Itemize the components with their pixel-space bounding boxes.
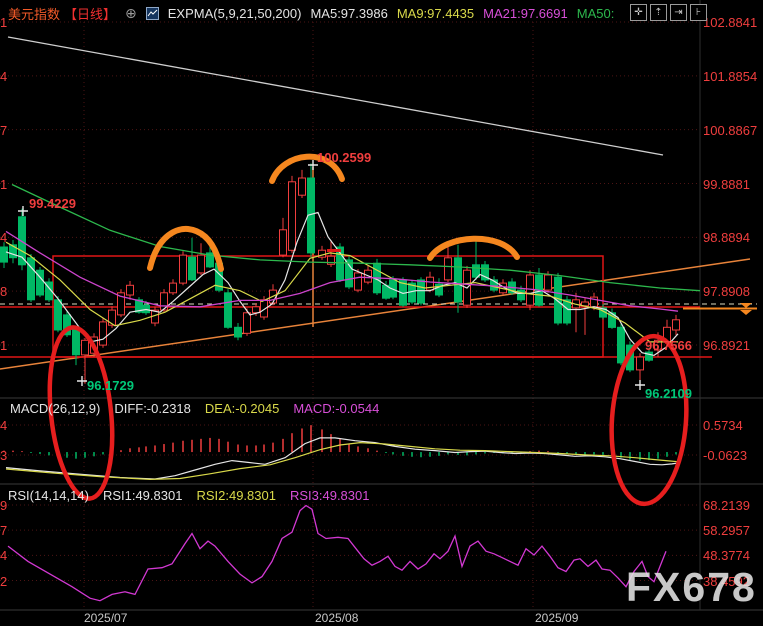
left-axis-digit: 4 [0, 548, 7, 563]
macd-header-row: MACD(26,12,9) DIFF:-0.2318 DEA:-0.2045 M… [10, 401, 379, 416]
move-pad-icon[interactable]: ✛ [630, 4, 647, 21]
candle [280, 218, 287, 257]
candle [10, 240, 17, 263]
price-axis-label: 100.8867 [703, 123, 757, 138]
candlestick-chart-icon[interactable] [146, 7, 159, 20]
candle [170, 279, 177, 295]
candle [491, 276, 498, 292]
rsi-header-row: RSI(14,14,14) RSI1:49.8301 RSI2:49.8301 … [8, 488, 369, 503]
date-label: 2025/09 [535, 611, 578, 625]
rsi-axis-label: 58.2957 [703, 523, 750, 538]
macd-dea-value: DEA:-0.2045 [205, 401, 279, 416]
macd-diff-value: DIFF:-0.2318 [114, 401, 191, 416]
watermark: FX678 [626, 564, 757, 611]
swing-low-label-left: 96.1729 [87, 378, 134, 393]
candle [445, 245, 452, 282]
left-axis-digit: 8 [0, 284, 7, 299]
chart-header: 美元指数 【日线】 ⊕ EXPMA(5,9,21,50,200) MA5:97.… [8, 4, 614, 23]
period-label: 【日线】 [64, 4, 116, 23]
shift-right-icon[interactable]: ⊦ [690, 4, 707, 21]
candle [225, 289, 232, 329]
left-axis-digit: 4 [0, 418, 7, 433]
left-axis-digit: 1 [0, 338, 7, 353]
candle [235, 323, 242, 340]
candle [118, 289, 125, 317]
candle [37, 267, 44, 297]
macd-axis-label: -0.0623 [703, 448, 747, 463]
left-axis-digit: 4 [0, 69, 7, 84]
candle [198, 243, 205, 275]
scale-x-axis-icon[interactable]: ⇥ [670, 4, 687, 21]
candle [28, 254, 35, 302]
ma5-value: MA5:97.3986 [310, 6, 387, 21]
left-axis-digit: 3 [0, 448, 7, 463]
swing-high-label-center: 100.2599 [317, 150, 371, 165]
extreme-cross-marker [18, 206, 28, 216]
candle [289, 176, 296, 253]
candle [319, 246, 326, 260]
extreme-cross-marker [635, 380, 645, 390]
candle [180, 251, 187, 285]
swing-high-label-left: 99.4229 [29, 196, 76, 211]
rsi1-value: RSI1:49.8301 [103, 488, 183, 503]
macd-axis-label: 0.5734 [703, 418, 743, 433]
candle [244, 309, 251, 336]
orange-arc-annotation [430, 239, 517, 258]
left-axis-digit: 7 [0, 523, 7, 538]
candle [482, 261, 489, 282]
price-axis-label: 102.8841 [703, 15, 757, 30]
left-axis-digit: 7 [0, 123, 7, 138]
candle [527, 270, 534, 310]
date-label: 2025/07 [84, 611, 127, 625]
swing-low-label-right: 96.2109 [645, 386, 692, 401]
candle [127, 281, 134, 300]
date-label: 2025/08 [315, 611, 358, 625]
left-axis-digit: 2 [0, 574, 7, 589]
candle [73, 327, 80, 365]
ma21-value: MA21:97.6691 [483, 6, 568, 21]
circle-plus-icon[interactable]: ⊕ [125, 5, 137, 22]
candle [573, 293, 580, 332]
left-axis-digit: 9 [0, 498, 7, 513]
candle [473, 240, 480, 280]
chart-canvas[interactable] [0, 0, 763, 626]
rsi3-value: RSI3:49.8301 [290, 488, 370, 503]
rsi2-value: RSI2:49.8301 [196, 488, 276, 503]
white-trendline [8, 37, 663, 155]
candle [299, 170, 306, 198]
price-axis-label: 98.8894 [703, 230, 750, 245]
macd-title: MACD(26,12,9) [10, 401, 100, 416]
price-axis-label: 101.8854 [703, 69, 757, 84]
red-dash-annotation [327, 249, 341, 252]
rsi-axis-label: 68.2139 [703, 498, 750, 513]
macd-macd-value: MACD:-0.0544 [293, 401, 379, 416]
price-axis-label: 99.8881 [703, 177, 750, 192]
candle [100, 318, 107, 348]
candle [618, 323, 625, 365]
candle [189, 238, 196, 281]
level-label-right: 96.7566 [645, 338, 692, 353]
price-axis-label: 96.8921 [703, 338, 750, 353]
indicator-name: EXPMA(5,9,21,50,200) [168, 6, 302, 21]
candle [637, 353, 644, 382]
candle [308, 164, 315, 258]
symbol-name: 美元指数 [8, 4, 60, 23]
rsi-line [8, 506, 666, 601]
left-axis-digit: 1 [0, 15, 7, 30]
chart-toolbar: ✛⇡⇥⊦ [630, 4, 707, 21]
rsi-title: RSI(14,14,14) [8, 488, 89, 503]
scale-y-axis-icon[interactable]: ⇡ [650, 4, 667, 21]
candle [1, 242, 8, 268]
left-axis-digit: 1 [0, 177, 7, 192]
ma9-value: MA9:97.4435 [397, 6, 474, 21]
rsi-axis-label: 48.3774 [703, 548, 750, 563]
ma50-value: MA50: [577, 6, 615, 21]
left-axis-digit: 4 [0, 230, 7, 245]
trading-app-window: { "header": { "symbol": "美元指数", "period"… [0, 0, 763, 626]
candle [673, 315, 680, 335]
candle [582, 298, 589, 335]
price-axis-label: 97.8908 [703, 284, 750, 299]
